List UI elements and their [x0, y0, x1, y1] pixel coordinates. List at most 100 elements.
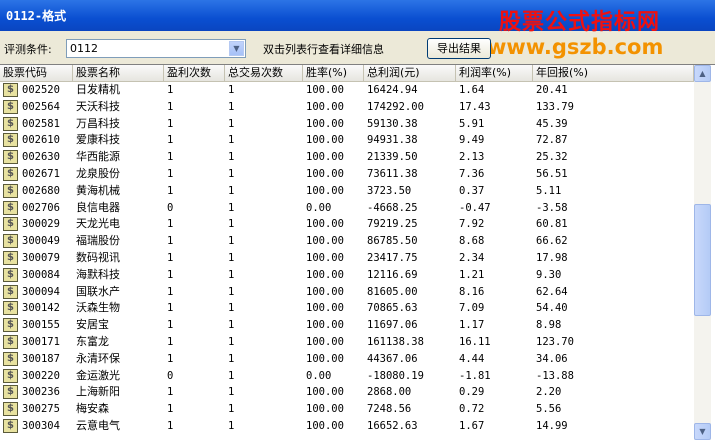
col-trade-count-cell: 1: [228, 386, 235, 399]
col-annual-return-header[interactable]: 年回报(%): [533, 65, 694, 82]
col-win-rate-cell: 100.00: [306, 235, 344, 248]
col-stock-name-cell: 海默科技: [76, 267, 120, 281]
table-row[interactable]: $300236 上海新阳 1 1 100.00 2868.00 0.29 2.20: [0, 384, 694, 401]
col-win-rate-cell: 100.00: [306, 168, 344, 180]
table-row[interactable]: $300220 金运激光 0 1 0.00 -18080.19 -1.81 -13.88: [0, 368, 694, 385]
col-total-profit-cell: 161138.38: [367, 336, 424, 348]
col-win-rate-cell: 100.00: [306, 386, 344, 399]
col-stock-name-cell: 上海新阳: [76, 385, 120, 399]
filter-label: 评测条件:: [4, 43, 52, 56]
table-row[interactable]: $002680 黄海机械 1 1 100.00 3723.50 0.37 5.11: [0, 183, 694, 200]
criteria-select[interactable]: 0112 ▼: [66, 39, 246, 58]
dollar-sign-icon: $: [3, 99, 18, 114]
col-win-rate-cell: 100.00: [306, 252, 344, 264]
col-total-profit-cell: 21339.50: [367, 151, 418, 164]
col-win-rate-header[interactable]: 胜率(%): [303, 65, 364, 82]
scrollbar-thumb[interactable]: [694, 204, 711, 316]
export-button[interactable]: 导出结果: [427, 38, 491, 59]
table-row[interactable]: $300275 梅安森 1 1 100.00 7248.56 0.72 5.56: [0, 401, 694, 418]
col-profit-rate-cell: 4.44: [459, 352, 485, 365]
col-profit-rate-cell: 1.17: [459, 319, 485, 332]
table-row[interactable]: $300171 东富龙 1 1 100.00 161138.38 16.11 123.70: [0, 334, 694, 351]
col-profit-rate-cell: 1.21: [459, 268, 485, 281]
table-row[interactable]: $002671 龙泉股份 1 1 100.00 73611.38 7.36 56.51: [0, 166, 694, 183]
chevron-down-icon[interactable]: ▼: [229, 41, 244, 56]
col-profit-rate-cell: 2.34: [459, 252, 485, 264]
table-row[interactable]: $002520 日发精机 1 1 100.00 16424.94 1.64 20.41: [0, 82, 694, 99]
col-trade-count-cell: 1: [228, 302, 235, 315]
col-profit-rate-cell: 0.29: [459, 386, 485, 399]
col-trade-count-cell: 1: [228, 218, 235, 231]
table-row[interactable]: $300094 国联水产 1 1 100.00 81605.00 8.16 62.64: [0, 284, 694, 301]
table-row[interactable]: $300142 沃森生物 1 1 100.00 70865.63 7.09 54.40: [0, 300, 694, 317]
col-annual-return-cell: 8.98: [536, 319, 562, 332]
col-win-rate-cell: 100.00: [306, 184, 344, 197]
col-profit-count-cell: 1: [167, 268, 174, 281]
table-row[interactable]: $002610 爱康科技 1 1 100.00 94931.38 9.49 72.87: [0, 132, 694, 149]
col-stock-name-header[interactable]: 股票名称: [73, 65, 164, 82]
col-profit-rate-cell: -0.47: [459, 201, 491, 214]
col-annual-return-cell: 20.41: [536, 84, 568, 96]
table-row[interactable]: $300155 安居宝 1 1 100.00 11697.06 1.17 8.98: [0, 317, 694, 334]
col-profit-rate-cell: 1.67: [459, 420, 485, 432]
col-stock-name-cell: 数码视讯: [76, 251, 120, 264]
table-row[interactable]: $300304 云意电气 1 1 100.00 16652.63 1.67 14.99: [0, 418, 694, 435]
col-win-rate-cell: 100.00: [306, 117, 344, 130]
col-annual-return-cell: 60.81: [536, 218, 568, 231]
table-row[interactable]: $002630 华西能源 1 1 100.00 21339.50 2.13 25.32: [0, 149, 694, 166]
col-stock-name-cell: 日发精机: [76, 83, 120, 96]
table-row[interactable]: $300049 福瑞股份 1 1 100.00 86785.50 8.68 66.62: [0, 233, 694, 250]
col-win-rate-cell: 100.00: [306, 302, 344, 315]
table-row[interactable]: $300084 海默科技 1 1 100.00 12116.69 1.21 9.30: [0, 267, 694, 284]
col-stock-code-header[interactable]: 股票代码: [0, 65, 73, 82]
col-total-profit-header[interactable]: 总利润(元): [364, 65, 456, 82]
dollar-sign-icon: $: [3, 284, 18, 299]
table-row[interactable]: $002581 万昌科技 1 1 100.00 59130.38 5.91 45.39: [0, 116, 694, 133]
col-profit-rate-cell: 9.49: [459, 134, 485, 147]
col-stock-name-cell: 安居宝: [76, 318, 109, 332]
col-total-profit-cell: 16652.63: [367, 420, 418, 432]
col-profit-rate-cell: 2.13: [459, 151, 485, 164]
col-trade-count-cell: 1: [228, 352, 235, 365]
col-stock-name-cell: 黄海机械: [76, 183, 120, 197]
dollar-sign-icon: $: [3, 200, 18, 215]
col-profit-rate-cell: 0.72: [459, 403, 485, 416]
table-row[interactable]: $002564 天沃科技 1 1 100.00 174292.00 17.43 133.79: [0, 99, 694, 116]
filter-bar: 评测条件: 0112 ▼ 双击列表行查看详细信息 导出结果: [0, 31, 715, 64]
col-annual-return-cell: 5.56: [536, 403, 562, 416]
col-trade-count-cell: 1: [228, 336, 235, 348]
col-annual-return-cell: 56.51: [536, 168, 568, 180]
col-profit-rate-cell: 1.64: [459, 84, 485, 96]
col-total-profit-cell: 12116.69: [367, 268, 418, 281]
col-trade-count-header[interactable]: 总交易次数: [225, 65, 303, 82]
col-profit-count-cell: 1: [167, 336, 174, 348]
col-annual-return-cell: 54.40: [536, 302, 568, 315]
col-total-profit-cell: 2868.00: [367, 386, 412, 399]
arrow-up-icon[interactable]: ▲: [694, 65, 711, 82]
arrow-down-icon[interactable]: ▼: [694, 423, 711, 440]
table-row[interactable]: $002706 良信电器 0 1 0.00 -4668.25 -0.47 -3.58: [0, 200, 694, 217]
col-total-profit-cell: 174292.00: [367, 100, 424, 113]
dollar-sign-icon: $: [3, 402, 18, 417]
table-row[interactable]: $300187 永清环保 1 1 100.00 44367.06 4.44 34.06: [0, 351, 694, 368]
window-title: 0112-格式: [6, 9, 67, 23]
col-profit-rate-cell: 0.37: [459, 184, 485, 197]
vertical-scrollbar[interactable]: ▲ ▼: [694, 65, 711, 440]
col-win-rate-cell: 100.00: [306, 319, 344, 332]
col-stock-name-cell: 梅安森: [76, 402, 109, 416]
dollar-sign-icon: $: [3, 150, 18, 165]
col-stock-code-cell: 300049: [22, 235, 60, 248]
col-stock-code-cell: 300142: [22, 302, 60, 315]
dollar-sign-icon: $: [3, 351, 18, 366]
col-profit-rate-header[interactable]: 利润率(%): [456, 65, 533, 82]
col-trade-count-cell: 1: [228, 184, 235, 197]
col-win-rate-cell: 100.00: [306, 151, 344, 164]
col-profit-count-header[interactable]: 盈利次数: [164, 65, 225, 82]
table-row[interactable]: $300079 数码视讯 1 1 100.00 23417.75 2.34 17.98: [0, 250, 694, 267]
col-stock-code-cell: 300304: [22, 420, 60, 432]
col-annual-return-cell: 9.30: [536, 268, 562, 281]
col-profit-count-cell: 1: [167, 403, 174, 416]
col-annual-return-cell: 5.11: [536, 184, 562, 197]
table-row[interactable]: $300029 天龙光电 1 1 100.00 79219.25 7.92 60.81: [0, 216, 694, 233]
col-stock-code-cell: 002564: [22, 100, 60, 113]
